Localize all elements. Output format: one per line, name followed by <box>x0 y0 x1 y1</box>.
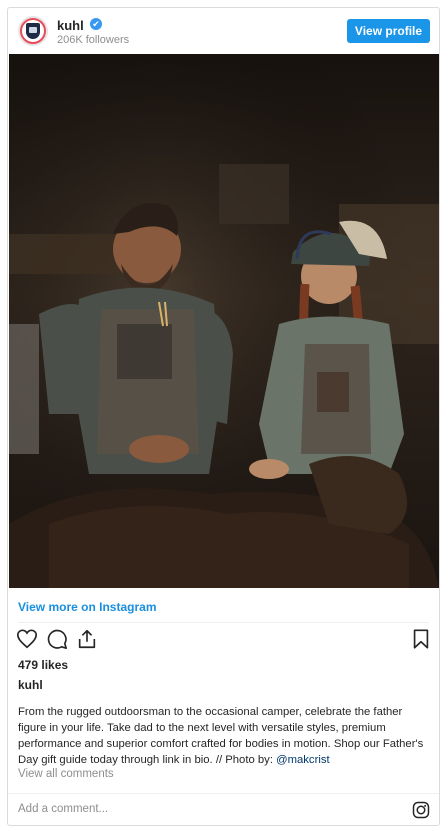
share-icon[interactable] <box>76 628 98 650</box>
divider <box>18 622 429 623</box>
add-comment-input[interactable]: Add a comment... <box>18 803 108 815</box>
post-photo[interactable] <box>9 54 439 588</box>
comment-icon[interactable] <box>46 628 68 650</box>
comment-bar: Add a comment... <box>8 793 439 827</box>
account-username[interactable]: kuhl <box>57 18 84 33</box>
like-count[interactable]: 479 likes <box>18 658 68 672</box>
instagram-embed-card: kuhl ✔ 206K followers View profile View … <box>7 7 440 826</box>
bookmark-icon[interactable] <box>410 628 432 650</box>
view-more-link[interactable]: View more on Instagram <box>18 600 157 614</box>
avatar[interactable] <box>18 16 48 46</box>
caption-mention-link[interactable]: @makcrist <box>276 754 330 766</box>
view-all-comments-link[interactable]: View all comments <box>18 768 114 780</box>
caption-text: From the rugged outdoorsman to the occas… <box>18 706 424 766</box>
caption-username[interactable]: kuhl <box>18 678 43 692</box>
post-caption: From the rugged outdoorsman to the occas… <box>18 704 428 768</box>
view-profile-button[interactable]: View profile <box>347 19 430 43</box>
verified-icon: ✔ <box>90 18 102 30</box>
heart-icon[interactable] <box>16 628 38 650</box>
post-header: kuhl ✔ 206K followers View profile <box>8 8 439 54</box>
shield-logo-icon <box>26 23 40 39</box>
instagram-icon[interactable] <box>412 801 430 819</box>
follower-count: 206K followers <box>57 34 130 46</box>
